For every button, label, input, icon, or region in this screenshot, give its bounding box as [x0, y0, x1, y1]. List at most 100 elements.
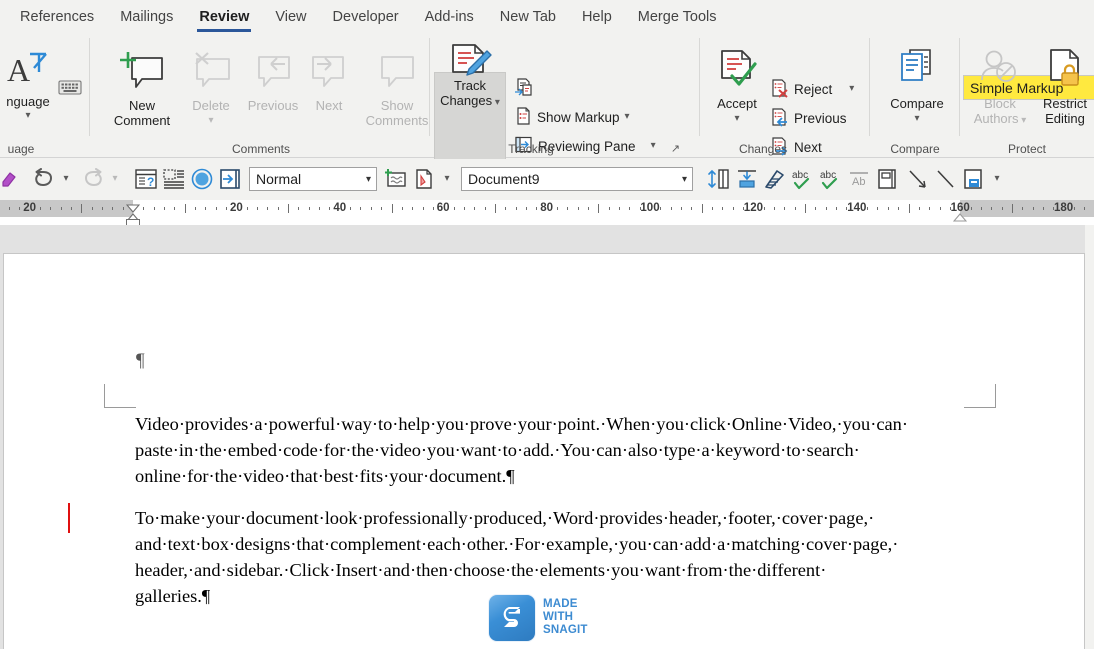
page-setup-icon[interactable]: [874, 165, 900, 193]
tab-references[interactable]: References: [7, 0, 107, 34]
format-painter-pen-icon[interactable]: [762, 165, 788, 193]
draw-line-icon[interactable]: [933, 165, 959, 193]
document-select[interactable]: Document9 ▾: [461, 167, 693, 191]
ruler-ticks: 20 20 40 60 80 100 120 140 160 180: [0, 200, 1094, 217]
new-comment-button[interactable]: New Comment: [104, 48, 180, 128]
ruler-tick: [463, 207, 465, 210]
spelling-check-icon[interactable]: abc: [790, 165, 816, 193]
tab-view[interactable]: View: [262, 0, 319, 34]
tab-developer[interactable]: Developer: [320, 0, 412, 34]
chevron-down-icon[interactable]: ▾: [625, 112, 630, 122]
line-spacing-icon[interactable]: [706, 165, 732, 193]
next-comment-button[interactable]: Next: [304, 48, 354, 113]
undo-button[interactable]: [31, 165, 57, 193]
compare-button[interactable]: Compare ▾: [880, 48, 954, 124]
style-select[interactable]: Normal ▾: [249, 167, 377, 191]
svg-text:abc: abc: [820, 170, 836, 181]
tab-insert[interactable]: t: [0, 0, 7, 34]
track-changes-button[interactable]: Track Changes ▾: [434, 44, 506, 108]
chevron-down-icon[interactable]: ▾: [880, 114, 954, 124]
no-proofing-icon[interactable]: Ab: [846, 165, 872, 193]
vertical-scrollbar[interactable]: [1085, 225, 1094, 649]
restrict-editing-button[interactable]: Restrict Editing: [1036, 48, 1094, 126]
markup-doc-icon[interactable]: [411, 165, 437, 193]
ribbon-group-protect: Block Authors ▾ Restrict Editing Protect: [960, 34, 1094, 158]
ruler-tick: [370, 207, 372, 210]
ruler-tick: [153, 207, 155, 210]
undo-chevron-icon[interactable]: ▾: [59, 165, 73, 193]
right-indent-marker[interactable]: [952, 209, 968, 222]
reject-label: Reject: [794, 81, 833, 97]
ribbon-group-tracking: Track Changes ▾ Simple Markup ▾: [430, 34, 1094, 168]
ribbon-group-changes: Accept ▾ Reject ▾ Previous Next Changes: [700, 34, 870, 158]
highlighter-icon[interactable]: [0, 165, 22, 193]
ribbon-tabs: t References Mailings Review View Develo…: [0, 0, 1094, 34]
table-properties-icon[interactable]: [161, 165, 187, 193]
tab-mailings[interactable]: Mailings: [107, 0, 186, 34]
chevron-down-icon[interactable]: ▾: [849, 84, 854, 94]
group-separator: [89, 38, 90, 136]
show-markup-button[interactable]: Show Markup ▾: [514, 106, 630, 128]
new-comment-line2: Comment: [113, 113, 171, 128]
tab-help[interactable]: Help: [569, 0, 625, 34]
accept-button[interactable]: Accept ▾: [704, 48, 770, 124]
ruler-tick: [505, 207, 507, 210]
redo-chevron-icon[interactable]: ▾: [108, 165, 122, 193]
document-canvas[interactable]: ¶ Video·provides·a·powerful·way·to·help·…: [0, 225, 1094, 649]
hanging-indent-marker[interactable]: [125, 209, 141, 222]
group-label-protect: Protect: [1007, 142, 1046, 156]
chevron-down-icon[interactable]: ▾: [1019, 115, 1026, 126]
insert-frame-icon[interactable]: [217, 165, 243, 193]
chevron-down-icon[interactable]: ▾: [704, 114, 770, 124]
tab-review[interactable]: Review: [186, 0, 262, 34]
align-bottom-icon[interactable]: [734, 165, 760, 193]
snagit-logo-icon: [488, 593, 536, 642]
chevron-down-icon[interactable]: ▾: [682, 174, 687, 185]
new-comment-small-icon[interactable]: [383, 165, 409, 193]
chevron-down-icon[interactable]: ▾: [180, 116, 242, 126]
keyboard-icon[interactable]: [58, 78, 82, 101]
ruler-tick: [8, 207, 10, 210]
margin-corner-mark-right: [964, 384, 996, 408]
group-label-compare: Compare: [890, 142, 940, 156]
snagit-line-3: SNAGIT: [543, 624, 588, 636]
chevron-down-icon[interactable]: ▾: [0, 111, 70, 121]
markup-doc-chevron-icon[interactable]: ▾: [439, 165, 455, 193]
save-as-icon[interactable]: [961, 165, 987, 193]
field-codes-icon[interactable]: ?: [133, 165, 159, 193]
restrict-editing-icon: [1036, 48, 1094, 93]
ruler-tick: [629, 207, 631, 210]
tab-merge-tools[interactable]: Merge Tools: [625, 0, 730, 34]
chevron-down-icon[interactable]: ▾: [492, 97, 500, 108]
toolbar-overflow-chevron-icon[interactable]: ▾: [989, 165, 1005, 193]
svg-text:Ab: Ab: [852, 176, 865, 188]
show-comments-button[interactable]: Show Comments: [354, 48, 440, 128]
redo-button[interactable]: [80, 165, 106, 193]
ruler-tick: [401, 207, 403, 210]
reject-button[interactable]: Reject ▾: [770, 78, 854, 100]
block-authors-line1: Block: [984, 96, 1016, 111]
ruler-tick: [308, 207, 310, 210]
ruler-tick: [174, 207, 176, 210]
horizontal-ruler[interactable]: 20 20 40 60 80 100 120 140 160 180: [0, 200, 1094, 225]
first-line-indent-marker[interactable]: [125, 200, 141, 213]
margin-corner-mark-left: [104, 384, 136, 408]
group-label-language: uage: [7, 142, 35, 156]
ruler-tick: [681, 207, 683, 210]
ruler-tick: [329, 207, 331, 210]
ruler-tick: [939, 207, 941, 210]
ruler-tick: [567, 207, 569, 210]
tab-add-ins[interactable]: Add-ins: [412, 0, 487, 34]
delete-comment-button[interactable]: Delete ▾: [180, 48, 242, 126]
grammar-check-icon[interactable]: abc: [818, 165, 844, 193]
tab-new-tab[interactable]: New Tab: [487, 0, 569, 34]
ribbon-group-comments: New Comment Delete ▾ Previous Next Show …: [92, 34, 430, 158]
previous-comment-button[interactable]: Previous: [242, 48, 304, 113]
previous-change-button[interactable]: Previous: [770, 107, 847, 129]
chevron-down-icon[interactable]: ▾: [366, 174, 371, 185]
paragraph-video[interactable]: Video·provides·a·powerful·way·to·help·yo…: [135, 411, 975, 489]
draw-arrow-icon[interactable]: [905, 165, 931, 193]
ruler-tick: [784, 207, 786, 210]
circle-target-icon[interactable]: [189, 165, 215, 193]
block-authors-button[interactable]: Block Authors ▾: [964, 48, 1036, 126]
